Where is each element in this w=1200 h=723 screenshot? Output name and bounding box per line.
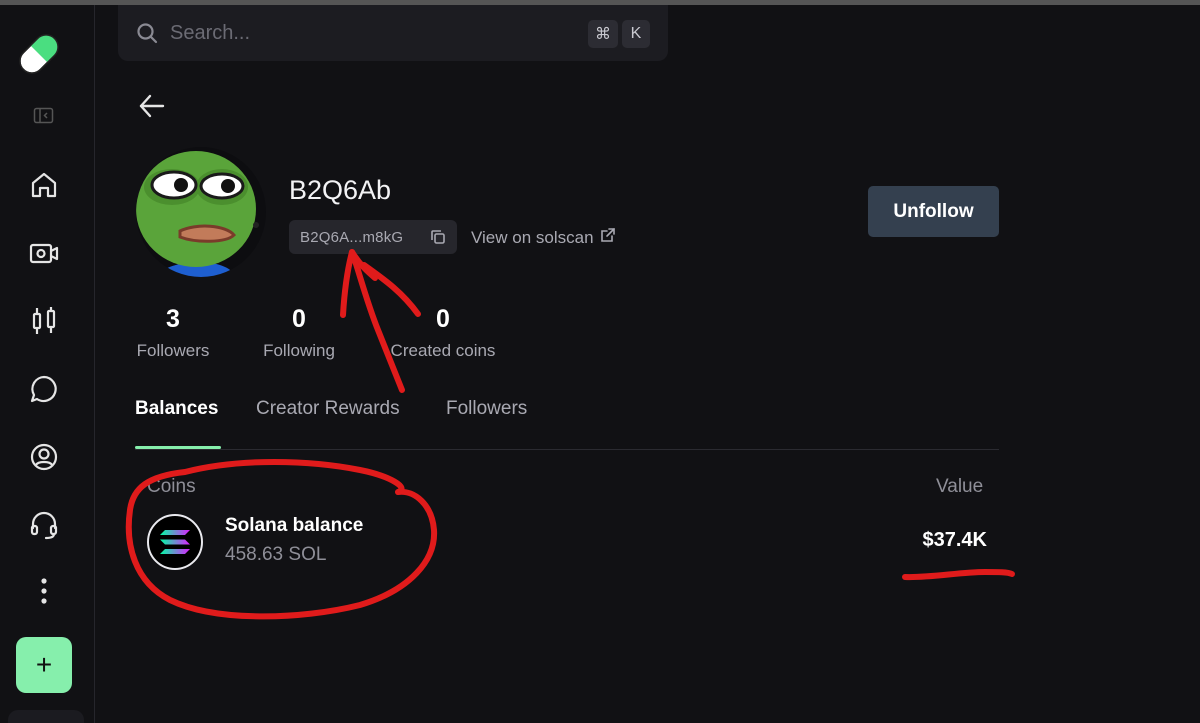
avatar	[136, 147, 266, 277]
sidebar-footer-panel	[8, 710, 84, 723]
following-label: Following	[263, 341, 335, 360]
pill-logo[interactable]	[14, 29, 64, 79]
coin-value: $37.4K	[922, 529, 988, 551]
tab-followers[interactable]: Followers	[446, 398, 527, 420]
followers-count: 3	[166, 305, 180, 333]
search-icon	[136, 22, 158, 49]
candlestick-chart-icon[interactable]	[26, 303, 62, 339]
wallet-address-chip[interactable]: B2Q6A...m8kG	[289, 220, 457, 254]
video-camera-icon[interactable]	[26, 235, 62, 271]
stat-following[interactable]: 0 Following	[261, 305, 337, 361]
created-coins-label: Created coins	[390, 341, 496, 360]
shortcut-key-cmd: ⌘	[588, 20, 618, 48]
sidebar-collapse-icon[interactable]	[33, 106, 55, 126]
sidebar: +	[0, 5, 95, 723]
column-header-coins: Coins	[147, 476, 196, 497]
search-input[interactable]	[170, 19, 550, 47]
shortcut-key-k: K	[622, 20, 650, 48]
coin-name: Solana balance	[225, 515, 364, 536]
table-row[interactable]: Solana balance 458.63 SOL $37.4K	[135, 505, 999, 580]
profile-username: B2Q6Ab	[289, 175, 392, 205]
unfollow-button[interactable]: Unfollow	[868, 186, 999, 237]
chat-bubble-icon[interactable]	[26, 371, 62, 407]
back-arrow-icon[interactable]	[138, 93, 166, 124]
column-header-value: Value	[936, 476, 984, 497]
wallet-address: B2Q6A...m8kG	[300, 228, 404, 246]
more-vertical-icon[interactable]	[26, 573, 62, 609]
red-annotation-marks	[125, 249, 1015, 620]
stat-followers[interactable]: 3 Followers	[135, 305, 211, 361]
plus-icon: +	[35, 649, 53, 680]
followers-label: Followers	[136, 341, 210, 360]
user-circle-icon[interactable]	[26, 439, 62, 475]
following-count: 0	[292, 305, 306, 333]
solana-logo-icon	[147, 514, 203, 570]
create-coin-button[interactable]: +	[16, 637, 72, 693]
headset-icon[interactable]	[26, 507, 62, 543]
tabs-divider	[135, 449, 999, 450]
view-on-solscan-link[interactable]: View on solscan	[471, 227, 616, 248]
created-coins-count: 0	[436, 305, 450, 333]
search-bar: ⌘ K	[118, 5, 668, 61]
stat-created-coins[interactable]: 0 Created coins	[386, 305, 500, 361]
home-icon[interactable]	[26, 167, 62, 203]
tab-creator-rewards[interactable]: Creator Rewards	[256, 398, 400, 420]
coin-amount: 458.63 SOL	[225, 544, 327, 565]
tab-balances[interactable]: Balances	[135, 398, 218, 420]
copy-icon[interactable]	[429, 228, 447, 251]
external-link-icon	[600, 227, 616, 248]
solscan-link-label: View on solscan	[471, 227, 594, 247]
